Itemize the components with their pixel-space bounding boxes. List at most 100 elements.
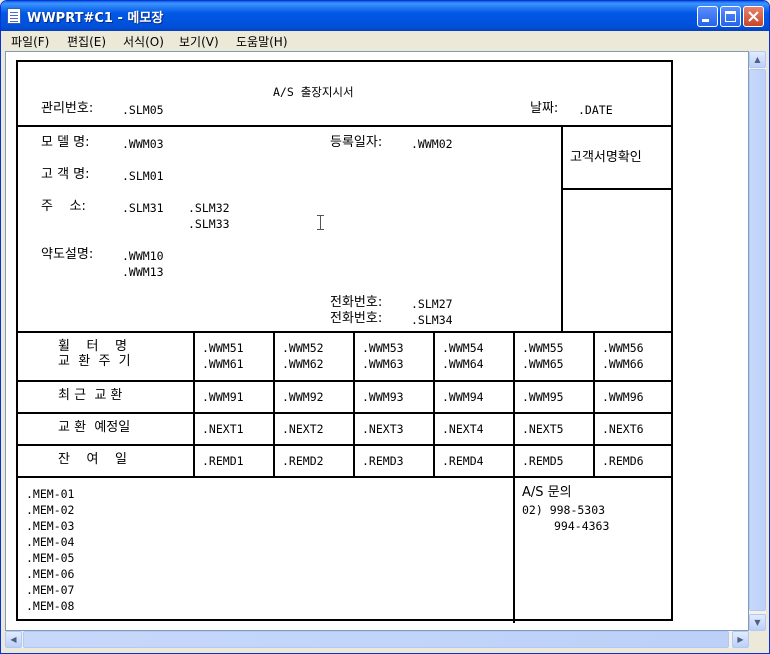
filter-cell: .WWM55 [522, 341, 564, 355]
address-value-3: .SLM33 [188, 217, 230, 231]
minimize-button[interactable] [697, 6, 718, 27]
remain-cell: .REMD4 [442, 454, 484, 468]
notepad-icon[interactable] [7, 8, 21, 24]
address-value-1: .SLM31 [122, 201, 164, 215]
filter-cell: .WWM51 [202, 341, 244, 355]
service-order-form: A/S 출장지시서 관리번호: .SLM05 날짜: .DATE 모 델 명: … [16, 60, 673, 623]
signature-label: 고객서명확인 [570, 150, 642, 165]
next-cell: .NEXT5 [522, 422, 564, 436]
scroll-down-button[interactable]: ▼ [749, 614, 766, 631]
maximize-button[interactable] [720, 6, 741, 27]
divider [18, 125, 671, 127]
chevron-up-icon: ▲ [754, 55, 761, 64]
memo-line: .MEM-02 [26, 503, 75, 517]
divider [273, 331, 275, 477]
remain-cell: .REMD6 [602, 454, 644, 468]
address-value-2: .SLM32 [188, 201, 230, 215]
divider [18, 444, 671, 446]
filter-name-label: 휠 터 명 [58, 339, 127, 354]
window-title: WWPRT#C1 - 메모장 [27, 11, 164, 26]
divider [18, 380, 671, 382]
cycle-cell: .WWM61 [202, 357, 244, 371]
phone-label-2: 전화번호: [330, 311, 383, 326]
recent-cell: .WWM96 [602, 390, 644, 404]
model-label: 모 델 명: [41, 135, 90, 150]
divider [18, 476, 671, 478]
recent-cell: .WWM92 [282, 390, 324, 404]
memo-line: .MEM-04 [26, 535, 75, 549]
memo-line: .MEM-07 [26, 583, 75, 597]
divider [593, 331, 595, 477]
scroll-right-button[interactable]: ▶ [732, 631, 749, 648]
inquiry-label: A/S 문의 [522, 485, 572, 500]
divider [513, 331, 515, 623]
cycle-cell: .WWM66 [602, 357, 644, 371]
map-label: 약도설명: [41, 247, 94, 262]
inquiry-phone-2: 994-4363 [554, 519, 610, 533]
customer-value: .SLM01 [122, 169, 164, 183]
menu-format[interactable]: 서식(O) [123, 33, 164, 50]
memo-line: .MEM-05 [26, 551, 75, 565]
cycle-cell: .WWM65 [522, 357, 564, 371]
remain-cell: .REMD2 [282, 454, 324, 468]
chevron-right-icon: ▶ [737, 635, 744, 644]
map-value-2: .WWM13 [122, 265, 164, 279]
scroll-up-button[interactable]: ▲ [749, 51, 766, 68]
horizontal-scrollbar[interactable]: ◀ ▶ [5, 631, 749, 648]
mgmt-value: .SLM05 [122, 103, 164, 117]
divider [561, 125, 563, 332]
phone-value-2: .SLM34 [411, 313, 453, 327]
next-cell: .NEXT3 [362, 422, 404, 436]
close-button[interactable] [743, 6, 764, 27]
memo-line: .MEM-06 [26, 567, 75, 581]
menu-help[interactable]: 도움말(H) [236, 33, 288, 50]
text-editor-area[interactable]: A/S 출장지시서 관리번호: .SLM05 날짜: .DATE 모 델 명: … [5, 51, 749, 631]
menu-edit[interactable]: 편집(E) [67, 33, 106, 50]
cycle-cell: .WWM63 [362, 357, 404, 371]
phone-label-1: 전화번호: [330, 295, 383, 310]
size-grip[interactable] [749, 631, 766, 648]
divider [193, 331, 195, 477]
address-label: 주 소: [41, 199, 86, 214]
scroll-left-button[interactable]: ◀ [5, 631, 22, 648]
date-label: 날짜: [530, 101, 559, 116]
vertical-scrollbar[interactable]: ▲ ▼ [749, 51, 766, 631]
chevron-left-icon: ◀ [10, 635, 17, 644]
cycle-cell: .WWM64 [442, 357, 484, 371]
minimize-icon [702, 19, 709, 22]
phone-value-1: .SLM27 [411, 297, 453, 311]
remain-cell: .REMD1 [202, 454, 244, 468]
inquiry-phone-1: 02) 998-5303 [522, 503, 606, 517]
horizontal-scroll-thumb[interactable] [23, 631, 729, 648]
remain-cell: .REMD3 [362, 454, 404, 468]
title-bar[interactable]: WWPRT#C1 - 메모장 [1, 1, 769, 31]
memo-line: .MEM-03 [26, 519, 75, 533]
filter-cell: .WWM56 [602, 341, 644, 355]
next-cell: .NEXT4 [442, 422, 484, 436]
customer-label: 고 객 명: [41, 167, 90, 182]
next-label: 교 환 예정일 [58, 420, 131, 435]
model-value: .WWM03 [122, 137, 164, 151]
cycle-cell: .WWM62 [282, 357, 324, 371]
memo-line: .MEM-01 [26, 487, 75, 501]
mgmt-label: 관리번호: [41, 101, 94, 116]
recent-label: 최 근 교 환 [58, 388, 123, 403]
map-value-1: .WWM10 [122, 249, 164, 263]
date-value: .DATE [578, 103, 613, 117]
memo-line: .MEM-08 [26, 599, 75, 613]
remain-cell: .REMD5 [522, 454, 564, 468]
menu-view[interactable]: 보기(V) [179, 33, 219, 50]
chevron-down-icon: ▼ [754, 618, 761, 627]
next-cell: .NEXT2 [282, 422, 324, 436]
menu-file[interactable]: 파일(F) [11, 33, 49, 50]
reg-date-label: 등록일자: [330, 135, 383, 150]
filter-cell: .WWM54 [442, 341, 484, 355]
recent-cell: .WWM91 [202, 390, 244, 404]
form-title: A/S 출장지시서 [273, 85, 354, 99]
remain-label: 잔 여 일 [58, 452, 127, 467]
text-cursor-icon [317, 215, 324, 230]
divider [18, 412, 671, 414]
notepad-window: WWPRT#C1 - 메모장 파일(F) 편집(E) 서식(O) 보기(V) 도… [0, 0, 770, 654]
vertical-scroll-thumb[interactable] [749, 69, 766, 611]
recent-cell: .WWM93 [362, 390, 404, 404]
